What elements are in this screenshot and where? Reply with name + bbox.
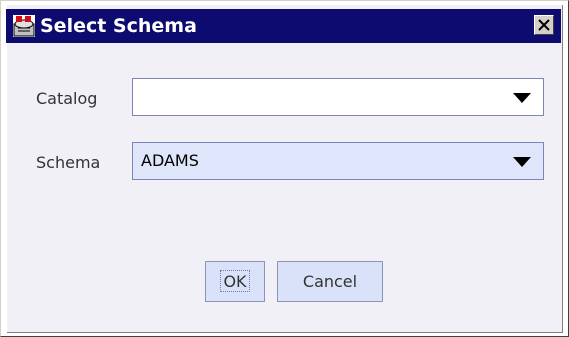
title-bar[interactable]: Select Schema	[6, 9, 561, 43]
schema-combobox[interactable]: ADAMS	[132, 142, 544, 180]
cancel-button[interactable]: Cancel	[277, 261, 383, 302]
dialog-title: Select Schema	[40, 15, 197, 37]
schema-value: ADAMS	[141, 151, 199, 170]
app-icon	[13, 15, 35, 37]
schema-label: Schema	[36, 153, 101, 172]
close-icon	[538, 19, 550, 31]
cancel-button-label: Cancel	[302, 272, 358, 291]
catalog-label: Catalog	[36, 89, 98, 108]
focus-ring	[220, 270, 250, 292]
catalog-combobox[interactable]	[132, 78, 544, 116]
close-button[interactable]	[534, 15, 554, 35]
ok-button[interactable]: OK	[205, 261, 265, 302]
chevron-down-icon[interactable]	[513, 157, 531, 167]
chevron-down-icon[interactable]	[513, 93, 531, 103]
